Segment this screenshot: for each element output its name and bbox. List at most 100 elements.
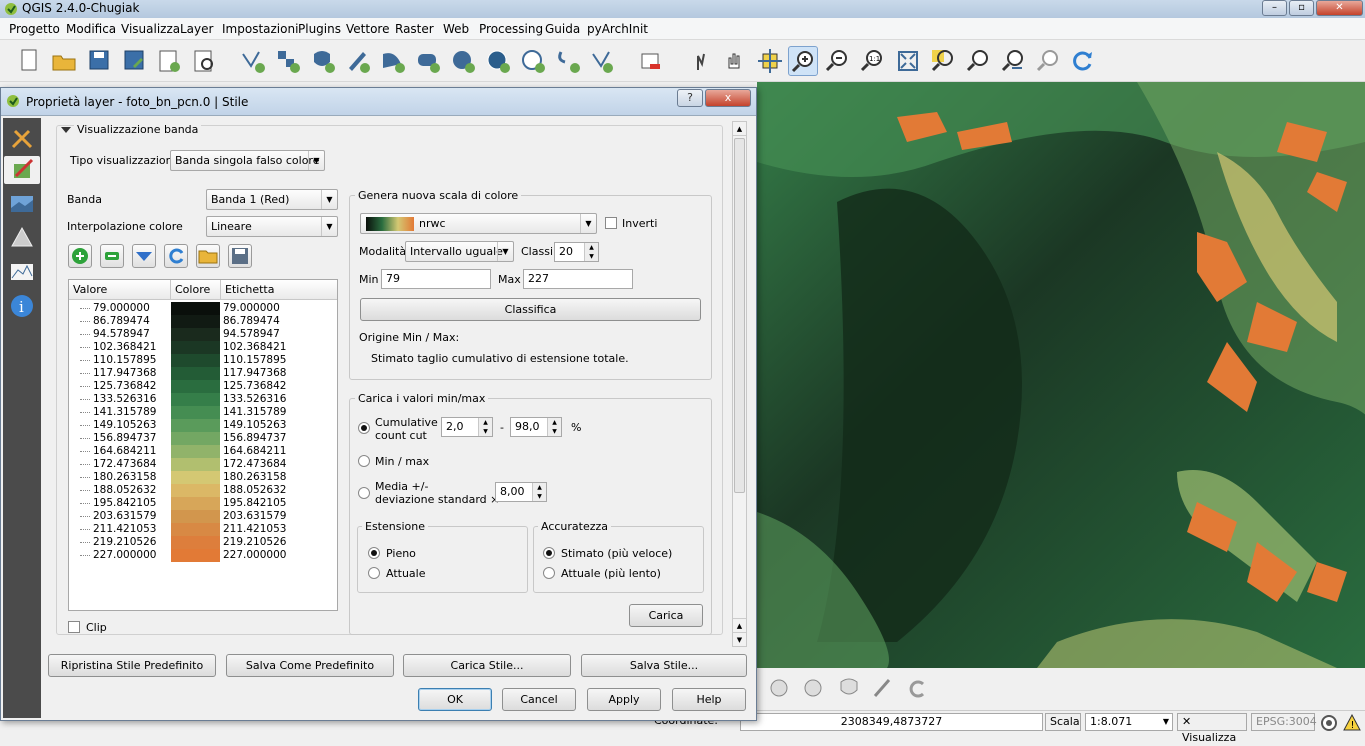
stddev-radio[interactable] bbox=[358, 487, 370, 499]
extent-full-radio[interactable] bbox=[368, 547, 380, 559]
save-as-default-button[interactable]: Salva Come Predefinito bbox=[226, 654, 394, 677]
maximize-button[interactable]: ▫ bbox=[1289, 0, 1314, 16]
save-as-icon[interactable] bbox=[119, 46, 149, 76]
minimize-button[interactable]: – bbox=[1262, 0, 1287, 16]
remove-entry-button[interactable] bbox=[100, 244, 124, 268]
menu-layer[interactable]: Layer bbox=[180, 22, 213, 36]
add-spatialite-layer-icon[interactable] bbox=[343, 46, 373, 76]
simplify-feature-icon[interactable] bbox=[799, 674, 827, 702]
save-project-icon[interactable] bbox=[84, 46, 114, 76]
table-row[interactable]: 117.947368 117.947368 bbox=[69, 367, 337, 380]
render-checkbox[interactable]: ✕ Visualizza bbox=[1177, 713, 1247, 744]
menu-pyarchinit[interactable]: pyArchInit bbox=[587, 22, 648, 36]
row-color-swatch[interactable] bbox=[171, 445, 220, 458]
menu-vettore[interactable]: Vettore bbox=[346, 22, 389, 36]
min-input[interactable]: 79 bbox=[381, 269, 491, 289]
menu-processing[interactable]: Processing bbox=[479, 22, 543, 36]
table-row[interactable]: 211.421053 211.421053 bbox=[69, 523, 337, 536]
add-ring-icon[interactable] bbox=[835, 674, 863, 702]
add-oracle-layer-icon[interactable] bbox=[413, 46, 443, 76]
classify-button[interactable]: Classifica bbox=[360, 298, 701, 321]
pan-map-icon[interactable] bbox=[720, 46, 750, 76]
band-combo[interactable]: Banda 1 (Red) ▼ bbox=[206, 189, 338, 210]
save-style-button[interactable]: Salva Stile... bbox=[581, 654, 747, 677]
dialog-scrollbar[interactable]: ▲ ▲ ▼ bbox=[732, 121, 747, 647]
mode-combo[interactable]: Intervallo uguale ▼ bbox=[405, 241, 514, 262]
transparency-icon[interactable] bbox=[8, 190, 36, 218]
table-row[interactable]: 156.894737 156.894737 bbox=[69, 432, 337, 445]
color-map-table[interactable]: Valore Colore Etichetta 79.000000 79.0000… bbox=[68, 279, 338, 611]
menu-plugins[interactable]: Plugins bbox=[298, 22, 341, 36]
style-tab[interactable] bbox=[4, 156, 40, 184]
spin-arrows-icon[interactable]: ▲ ▼ bbox=[584, 243, 598, 261]
header-etichetta[interactable]: Etichetta bbox=[221, 280, 337, 300]
row-color-swatch[interactable] bbox=[171, 471, 220, 484]
row-color-swatch[interactable] bbox=[171, 523, 220, 536]
dialog-close-button[interactable]: x bbox=[705, 89, 751, 107]
table-row[interactable]: 110.157895 110.157895 bbox=[69, 354, 337, 367]
classes-spinbox[interactable]: 20 ▲ ▼ bbox=[554, 242, 599, 262]
rotate-icon[interactable] bbox=[903, 674, 931, 702]
touch-zoom-icon[interactable] bbox=[686, 46, 716, 76]
menu-impostazioni[interactable]: Impostazioni bbox=[222, 22, 298, 36]
spin-arrows-icon[interactable]: ▲ ▼ bbox=[478, 418, 492, 436]
node-tool-icon[interactable] bbox=[765, 674, 793, 702]
histogram-icon[interactable] bbox=[8, 258, 36, 286]
table-row[interactable]: 195.842105 195.842105 bbox=[69, 497, 337, 510]
scroll-up-icon[interactable]: ▲ bbox=[733, 618, 746, 632]
interpolation-combo[interactable]: Lineare ▼ bbox=[206, 216, 338, 237]
reload-button[interactable] bbox=[164, 244, 188, 268]
export-colormap-button[interactable] bbox=[228, 244, 252, 268]
add-mssql-layer-icon[interactable] bbox=[378, 46, 408, 76]
zoom-to-layer-icon[interactable] bbox=[963, 46, 993, 76]
row-color-swatch[interactable] bbox=[171, 354, 220, 367]
map-canvas[interactable] bbox=[757, 82, 1365, 668]
extent-current-radio[interactable] bbox=[368, 567, 380, 579]
zoom-to-selection-icon[interactable] bbox=[928, 46, 958, 76]
zoom-out-icon[interactable] bbox=[823, 46, 853, 76]
row-color-swatch[interactable] bbox=[171, 484, 220, 497]
cumulative-radio[interactable] bbox=[358, 422, 370, 434]
new-print-composer-icon[interactable] bbox=[154, 46, 184, 76]
load-button[interactable]: Carica bbox=[629, 604, 703, 627]
header-valore[interactable]: Valore bbox=[69, 280, 171, 300]
ok-button[interactable]: OK bbox=[418, 688, 492, 711]
row-color-swatch[interactable] bbox=[171, 393, 220, 406]
load-style-button[interactable]: Carica Stile... bbox=[403, 654, 571, 677]
split-features-icon[interactable] bbox=[869, 674, 897, 702]
load-colormap-button[interactable] bbox=[196, 244, 220, 268]
add-postgis-layer-icon[interactable] bbox=[308, 46, 338, 76]
composer-manager-icon[interactable] bbox=[189, 46, 219, 76]
zoom-actual-size-icon[interactable]: 1:1 bbox=[858, 46, 888, 76]
table-row[interactable]: 172.473684 172.473684 bbox=[69, 458, 337, 471]
scroll-down-icon[interactable]: ▼ bbox=[733, 632, 746, 646]
warning-icon[interactable]: ! bbox=[1343, 714, 1361, 732]
table-row[interactable]: 149.105263 149.105263 bbox=[69, 419, 337, 432]
scroll-up-icon[interactable]: ▲ bbox=[733, 122, 746, 136]
menu-guida[interactable]: Guida bbox=[545, 22, 580, 36]
row-color-swatch[interactable] bbox=[171, 406, 220, 419]
menu-visualizza[interactable]: Visualizza bbox=[121, 22, 180, 36]
table-row[interactable]: 94.578947 94.578947 bbox=[69, 328, 337, 341]
new-shapefile-icon[interactable] bbox=[588, 46, 628, 76]
spin-arrows-icon[interactable]: ▲ ▼ bbox=[532, 483, 546, 501]
render-type-combo[interactable]: Banda singola falso colore ▼ bbox=[170, 150, 325, 171]
row-color-swatch[interactable] bbox=[171, 380, 220, 393]
minmax-radio[interactable] bbox=[358, 455, 370, 467]
add-wcs-layer-icon[interactable] bbox=[483, 46, 513, 76]
row-color-swatch[interactable] bbox=[171, 328, 220, 341]
apply-button[interactable]: Apply bbox=[587, 688, 661, 711]
open-project-icon[interactable] bbox=[49, 46, 79, 76]
table-row[interactable]: 102.368421 102.368421 bbox=[69, 341, 337, 354]
table-row[interactable]: 79.000000 79.000000 bbox=[69, 302, 337, 315]
clip-checkbox[interactable] bbox=[68, 621, 80, 633]
menu-raster[interactable]: Raster bbox=[395, 22, 434, 36]
menu-progetto[interactable]: Progetto bbox=[9, 22, 60, 36]
table-row[interactable]: 141.315789 141.315789 bbox=[69, 406, 337, 419]
row-color-swatch[interactable] bbox=[171, 367, 220, 380]
row-color-swatch[interactable] bbox=[171, 432, 220, 445]
add-wms-layer-icon[interactable] bbox=[448, 46, 478, 76]
table-row[interactable]: 188.052632 188.052632 bbox=[69, 484, 337, 497]
sort-button[interactable] bbox=[132, 244, 156, 268]
add-raster-layer-icon[interactable] bbox=[273, 46, 303, 76]
